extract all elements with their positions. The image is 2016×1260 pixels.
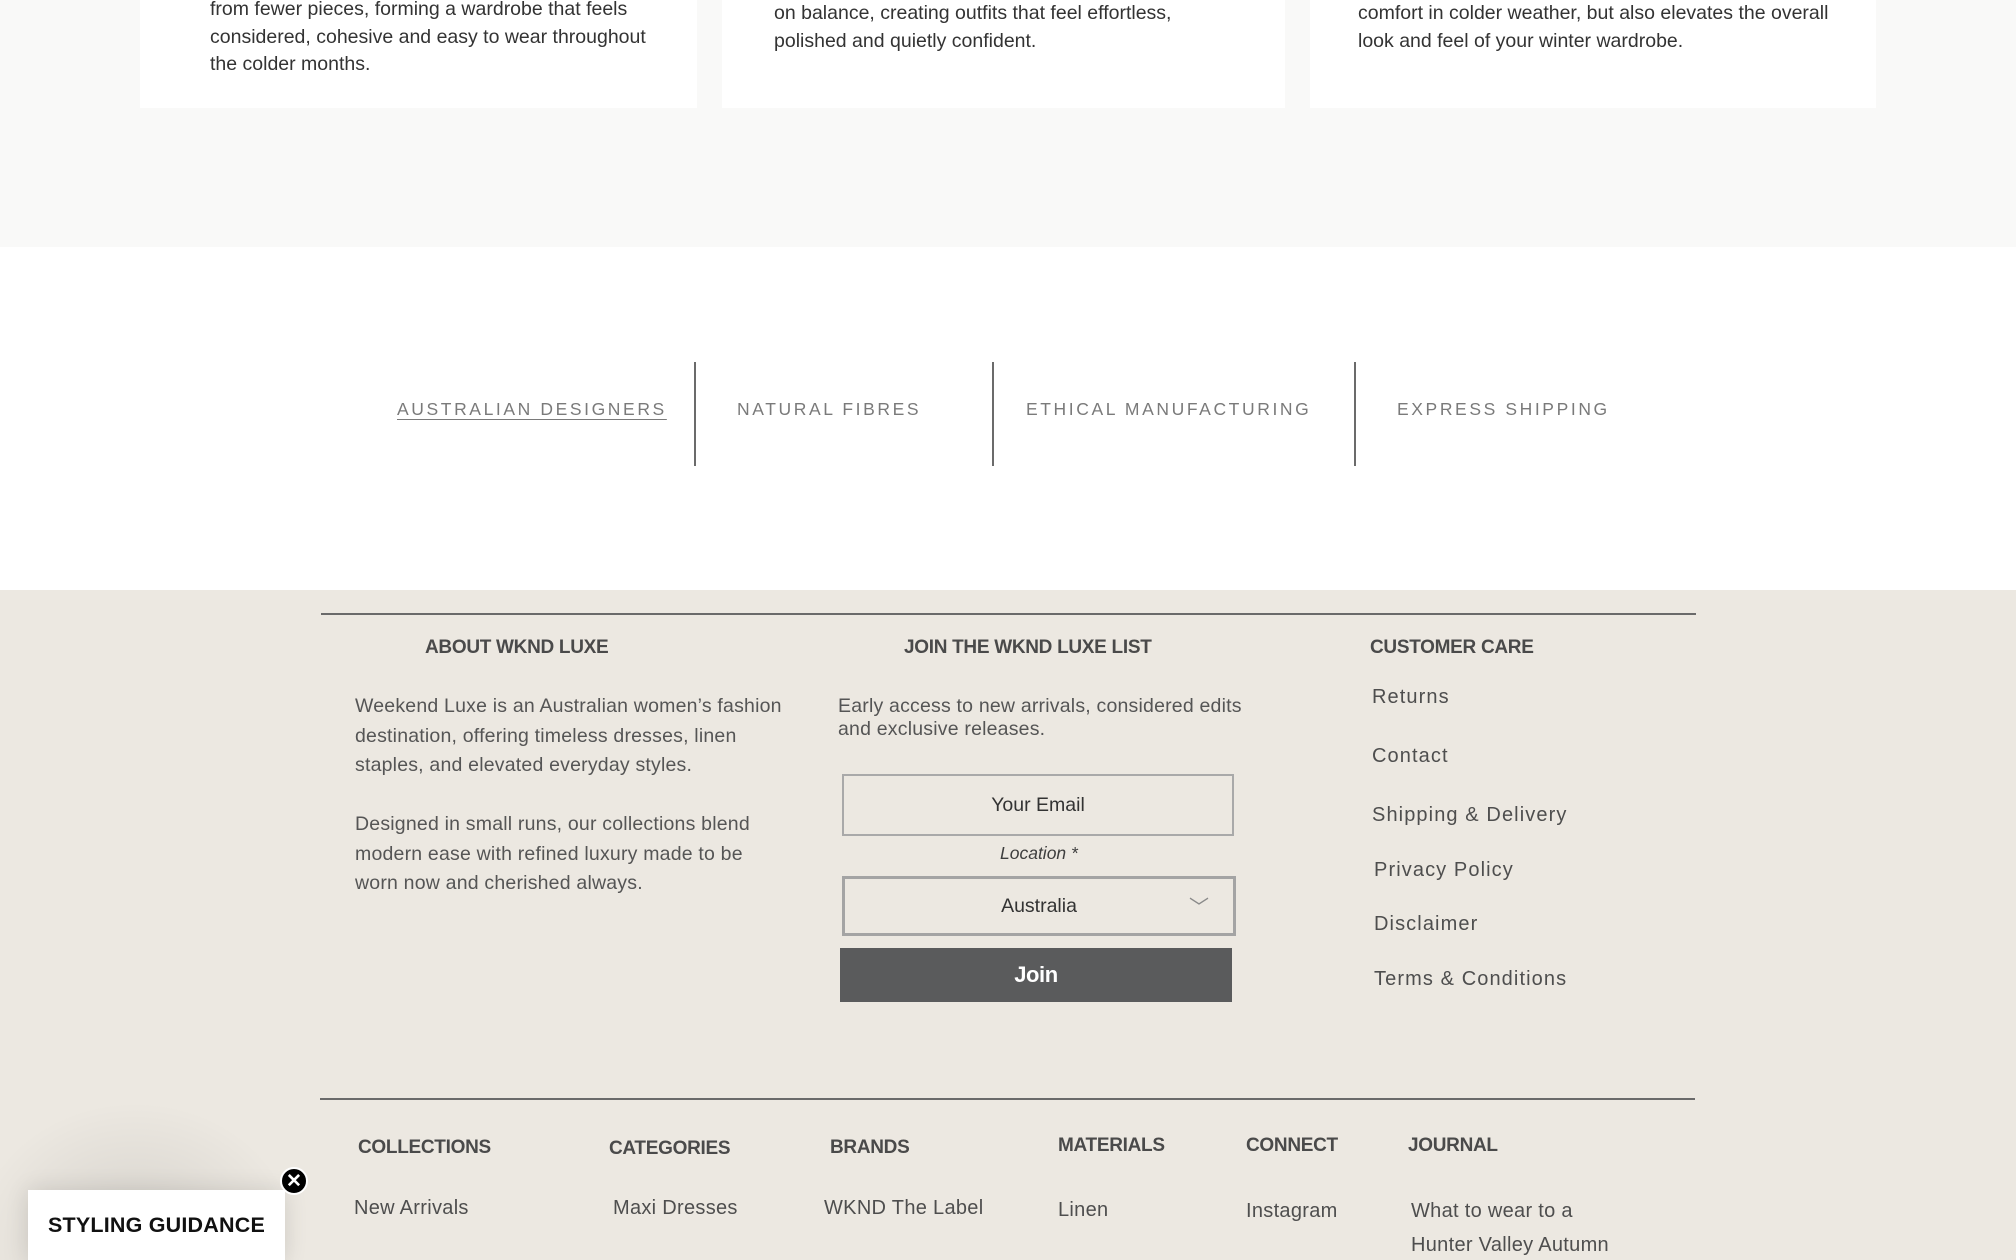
close-icon[interactable]: ✕ (280, 1167, 308, 1195)
email-input[interactable] (842, 774, 1234, 836)
info-cards-section: from fewer pieces, forming a wardrobe th… (0, 0, 2016, 247)
footer-divider (320, 1098, 1695, 1100)
footer-link-journal-article[interactable]: Hunter Valley Autumn (1411, 1234, 1609, 1257)
footer-link-journal-article[interactable]: What to wear to a (1411, 1200, 1573, 1223)
link-privacy-policy[interactable]: Privacy Policy (1374, 859, 1514, 882)
link-disclaimer[interactable]: Disclaimer (1374, 913, 1478, 936)
info-card: on balance, creating outfits that feel e… (722, 0, 1285, 108)
link-terms-conditions[interactable]: Terms & Conditions (1374, 968, 1567, 991)
about-heading: ABOUT WKND LUXE (425, 637, 609, 658)
footer-link-maxi-dresses[interactable]: Maxi Dresses (613, 1197, 738, 1220)
divider (992, 362, 994, 466)
footer-nav-brands-heading: BRANDS (830, 1137, 910, 1158)
footer-nav-categories-heading: CATEGORIES (609, 1138, 731, 1159)
trust-bar (0, 247, 2016, 590)
info-card: comfort in colder weather, but also elev… (1310, 0, 1876, 108)
styling-guidance-button[interactable]: STYLING GUIDANCE (28, 1190, 285, 1260)
footer-link-wknd-the-label[interactable]: WKND The Label (824, 1197, 983, 1220)
styling-guidance-label: STYLING GUIDANCE (47, 1212, 265, 1237)
trust-item-ethical-manufacturing[interactable]: ETHICAL MANUFACTURING (1026, 399, 1311, 420)
location-select[interactable]: Australia ﹀ (842, 876, 1236, 936)
trust-item-express-shipping[interactable]: EXPRESS SHIPPING (1397, 399, 1610, 420)
footer-nav-journal-heading: JOURNAL (1408, 1135, 1498, 1156)
info-card: from fewer pieces, forming a wardrobe th… (140, 0, 697, 108)
divider (1354, 362, 1356, 466)
divider (694, 362, 696, 466)
footer-divider (321, 613, 1696, 615)
footer-link-instagram[interactable]: Instagram (1246, 1200, 1338, 1223)
link-shipping-delivery[interactable]: Shipping & Delivery (1372, 804, 1567, 827)
chevron-down-icon: ﹀ (1189, 897, 1209, 919)
about-text: Designed in small runs, our collections … (355, 813, 750, 894)
footer-link-linen[interactable]: Linen (1058, 1199, 1108, 1222)
location-label: Location * (1000, 843, 1078, 863)
location-select-value: Australia (1001, 894, 1077, 917)
footer-link-new-arrivals[interactable]: New Arrivals (354, 1197, 469, 1220)
info-card-text: comfort in colder weather, but also elev… (1358, 2, 1829, 52)
link-returns[interactable]: Returns (1372, 686, 1450, 709)
info-card-text: on balance, creating outfits that feel e… (774, 2, 1172, 52)
footer-nav-connect-heading: CONNECT (1246, 1135, 1338, 1156)
link-contact[interactable]: Contact (1372, 745, 1449, 768)
about-text: Weekend Luxe is an Australian women’s fa… (355, 695, 782, 776)
trust-item-australian-designers[interactable]: AUSTRALIAN DESIGNERS (397, 399, 667, 420)
info-card-text: from fewer pieces, forming a wardrobe th… (210, 0, 646, 75)
footer-nav-materials-heading: MATERIALS (1058, 1135, 1165, 1156)
newsletter-text: Early access to new arrivals, considered… (838, 695, 1242, 740)
join-button[interactable]: Join (840, 948, 1232, 1002)
trust-item-natural-fibres[interactable]: NATURAL FIBRES (737, 399, 921, 420)
customer-care-heading: CUSTOMER CARE (1370, 637, 1534, 658)
newsletter-heading: JOIN THE WKND LUXE LIST (904, 637, 1152, 658)
footer-nav-collections-heading: COLLECTIONS (358, 1137, 491, 1158)
